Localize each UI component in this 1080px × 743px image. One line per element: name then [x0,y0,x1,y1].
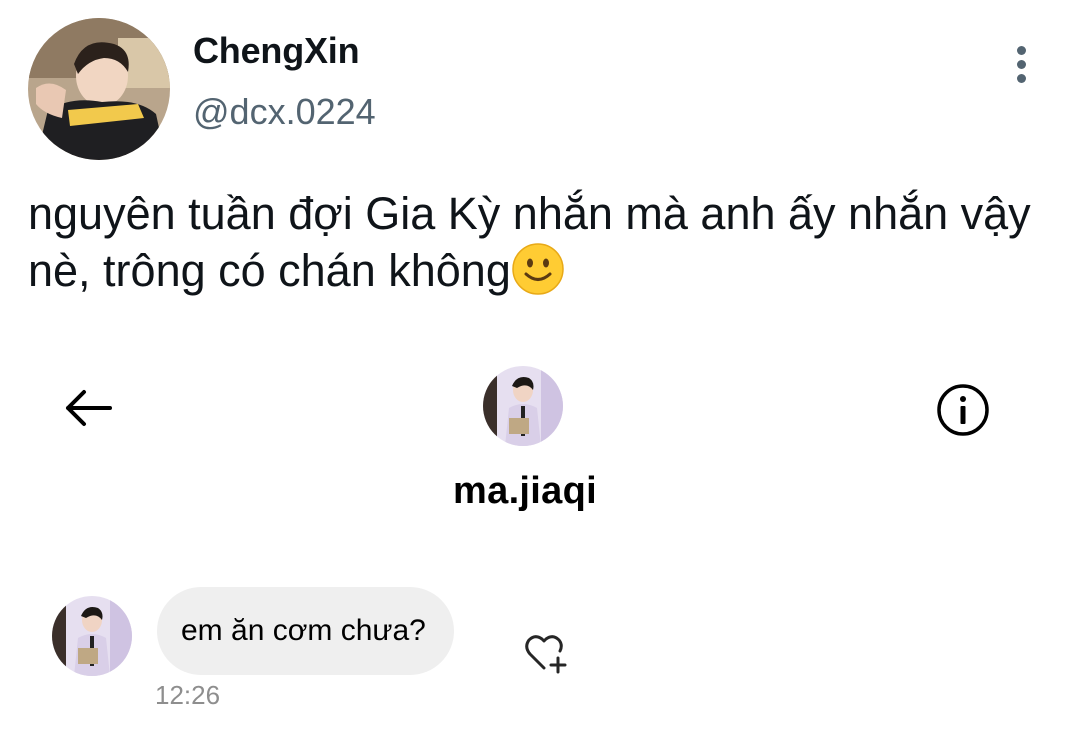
message-text: em ăn cơm chưa? [181,614,426,647]
more-options-button[interactable] [1006,44,1038,84]
back-button[interactable] [60,386,116,430]
info-button[interactable] [935,382,991,438]
message-timestamp: 12:26 [155,680,221,710]
message-bubble[interactable]: em ăn cơm chưa? [157,587,454,675]
heart-plus-icon [525,635,567,674]
author-avatar[interactable] [28,18,170,160]
back-arrow-icon [66,390,112,426]
tweet-body: nguyên tuần đợi Gia Kỳ nhắn mà anh ấy nh… [28,186,1058,299]
message-sender-avatar[interactable] [52,596,132,676]
author-display-name[interactable]: ChengXin [193,30,360,72]
slightly-smiling-face-emoji [511,242,565,296]
info-icon [937,384,989,436]
react-button[interactable] [522,630,570,674]
dm-username[interactable]: ma.jiaqi [0,470,1050,513]
author-handle[interactable]: @dcx.0224 [193,91,376,133]
dm-profile-avatar[interactable] [483,366,563,446]
